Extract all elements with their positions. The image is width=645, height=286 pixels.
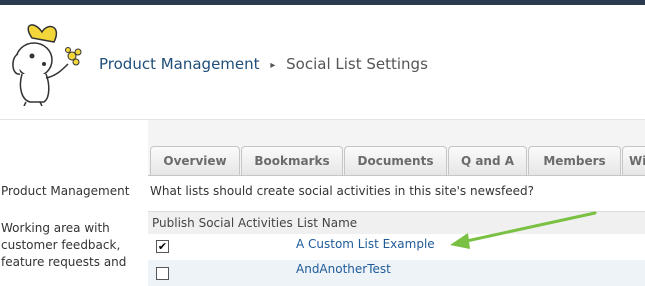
site-logo[interactable]	[4, 18, 88, 106]
publish-checkbox[interactable]: ✔	[156, 240, 169, 253]
tab-wiki-partial[interactable]: Wi	[622, 146, 645, 175]
settings-question: What lists should create social activiti…	[150, 184, 534, 198]
site-description: Working area with customer feedback, fea…	[1, 221, 127, 269]
page-header: Product Management ▸ Social List Setting…	[0, 5, 645, 120]
tab-q-and-a[interactable]: Q and A	[448, 146, 527, 175]
column-header-list-name: List Name	[297, 216, 358, 230]
green-arrow-annotation	[450, 211, 597, 249]
tab-bar: Overview Bookmarks Documents Q and A Mem…	[148, 146, 645, 176]
tab-documents[interactable]: Documents	[344, 146, 447, 175]
tab-members[interactable]: Members	[528, 146, 621, 175]
column-header-publish: Publish Social Activities	[152, 216, 293, 230]
tab-bookmarks[interactable]: Bookmarks	[241, 146, 343, 175]
triangle-right-icon: ▸	[270, 60, 276, 71]
site-title-link[interactable]: Product Management	[99, 55, 260, 73]
table-row: AndAnotherTest	[148, 260, 645, 286]
breadcrumb: Product Management ▸ Social List Setting…	[99, 55, 428, 73]
page-title: Social List Settings	[286, 55, 428, 73]
list-name-link[interactable]: A Custom List Example	[296, 237, 435, 251]
list-name-link[interactable]: AndAnotherTest	[296, 262, 391, 276]
publish-checkbox[interactable]	[156, 267, 169, 280]
nav-site-title[interactable]: Product Management	[1, 184, 129, 198]
tab-overview[interactable]: Overview	[150, 146, 240, 175]
